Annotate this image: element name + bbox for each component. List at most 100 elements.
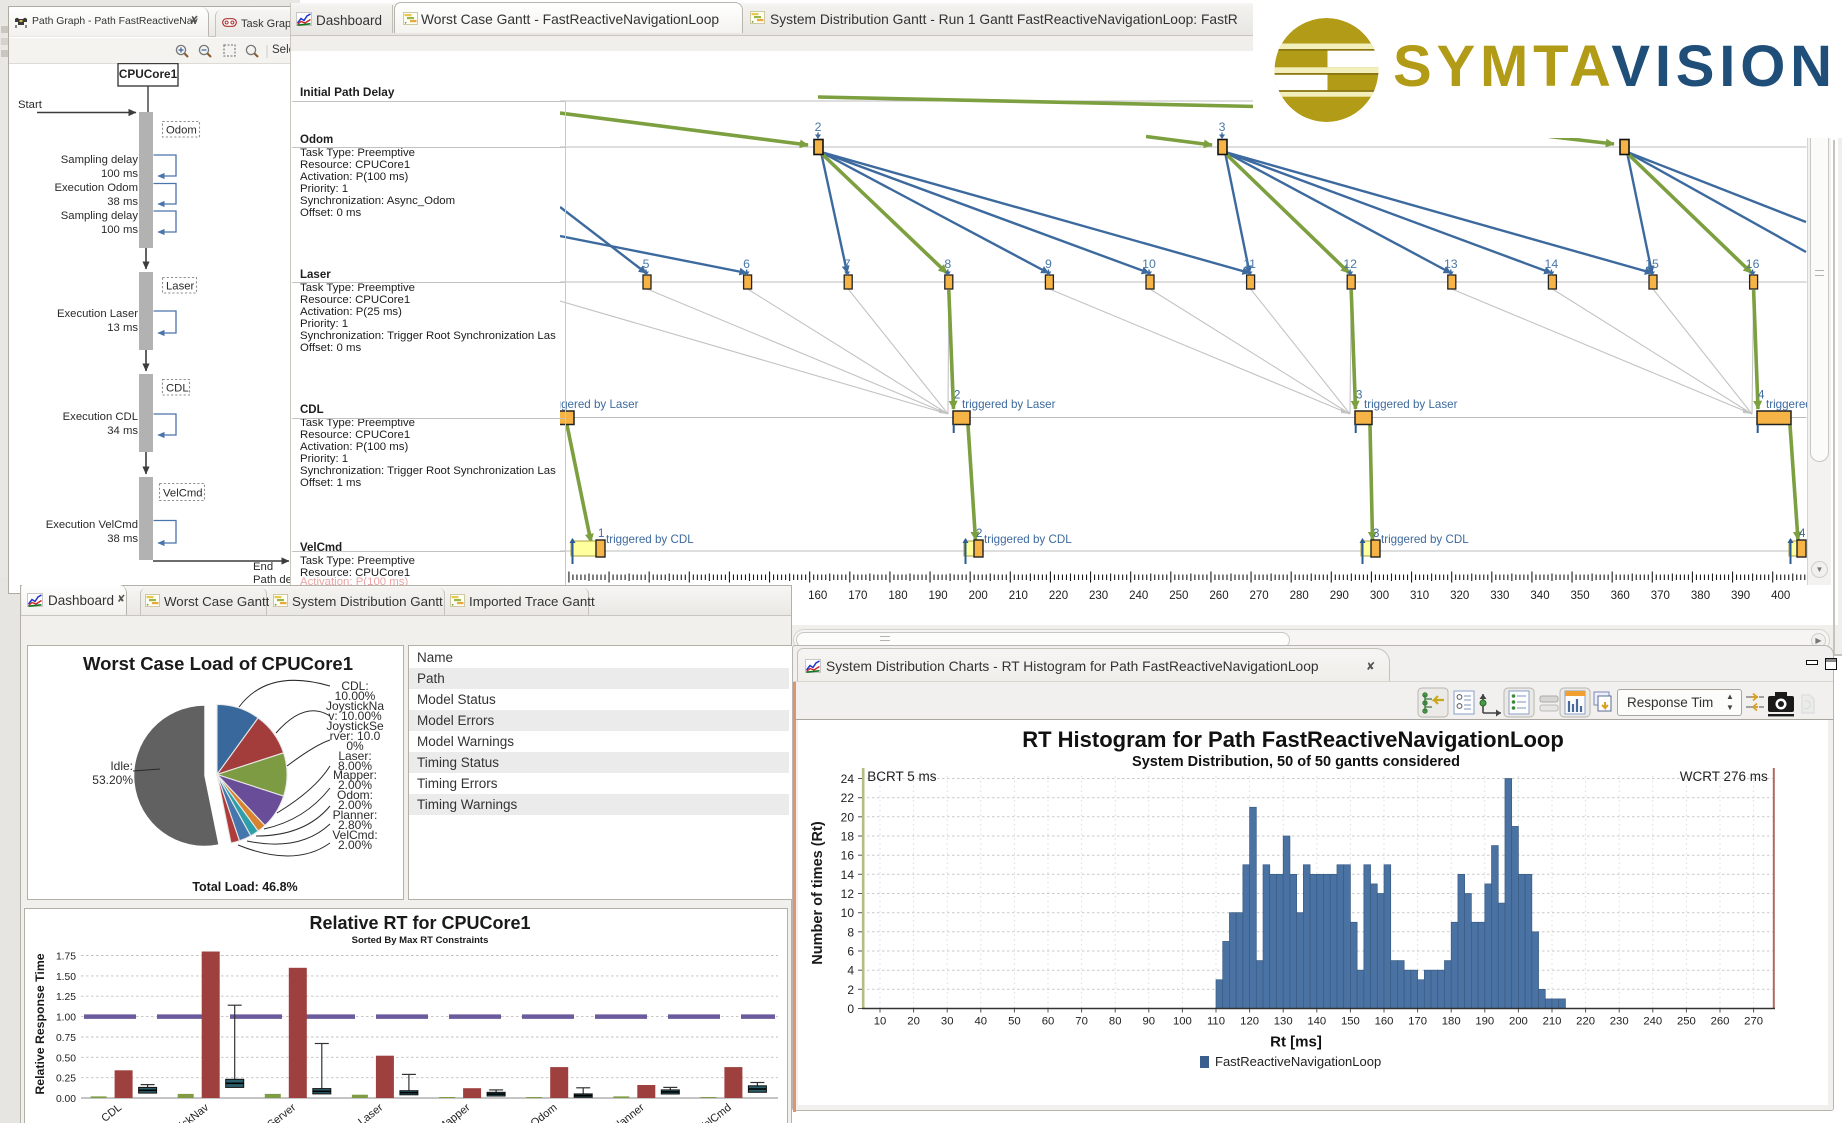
svg-text:Mapper: Mapper	[436, 1101, 473, 1123]
svg-text:0.75: 0.75	[56, 1033, 76, 1044]
svg-text:260: 260	[1711, 1016, 1730, 1028]
svg-text:Planner: Planner	[609, 1101, 647, 1123]
svg-text:20: 20	[907, 1016, 920, 1028]
svg-text:330: 330	[1490, 590, 1509, 602]
svg-text:Execution Laser: Execution Laser	[57, 308, 138, 320]
svg-text:Start: Start	[18, 99, 43, 111]
svg-text:12: 12	[1343, 257, 1357, 271]
svg-text:10: 10	[1142, 257, 1156, 271]
svg-text:210: 210	[1009, 590, 1028, 602]
svg-text:3: 3	[1373, 528, 1379, 540]
svg-text:CDL: CDL	[99, 1102, 124, 1123]
svg-text:CDL: CDL	[166, 383, 189, 395]
svg-text:2: 2	[847, 983, 854, 997]
svg-text:210: 210	[1543, 1016, 1562, 1028]
svg-text:340: 340	[1530, 590, 1549, 602]
svg-text:140: 140	[1307, 1016, 1326, 1028]
svg-text:50: 50	[1008, 1016, 1021, 1028]
svg-text:13 ms: 13 ms	[107, 322, 138, 334]
svg-text:18: 18	[841, 830, 855, 844]
svg-text:triggered by Laser: triggered by Laser	[560, 398, 639, 411]
svg-text:Sorted By Max RT Constraints: Sorted By Max RT Constraints	[352, 935, 489, 946]
svg-text:160: 160	[808, 590, 827, 602]
svg-text:VelCmd: VelCmd	[696, 1102, 734, 1123]
svg-text:6: 6	[743, 257, 750, 271]
svg-text:4: 4	[1758, 390, 1765, 402]
svg-text:30: 30	[941, 1016, 954, 1028]
svg-text:14: 14	[1545, 257, 1559, 271]
svg-text:triggered by Laser: triggered by Laser	[1364, 398, 1458, 411]
svg-text:10: 10	[874, 1016, 887, 1028]
svg-text:14: 14	[841, 868, 855, 882]
svg-text:Odom: Odom	[529, 1102, 560, 1123]
svg-text:JoystickServer: JoystickServer	[234, 1101, 298, 1123]
svg-text:Laser: Laser	[356, 1101, 385, 1123]
svg-text:Sampling delay: Sampling delay	[61, 154, 139, 166]
svg-text:End: End	[253, 561, 273, 573]
svg-text:34 ms: 34 ms	[107, 425, 138, 437]
svg-text:CPUCore1: CPUCore1	[119, 67, 178, 81]
svg-text:53.20%: 53.20%	[92, 773, 133, 787]
svg-text:SYMTAVISION: SYMTAVISION	[1393, 34, 1837, 99]
svg-text:120: 120	[1240, 1016, 1259, 1028]
svg-text:230: 230	[1610, 1016, 1629, 1028]
svg-text:FastReactiveNavigationLoop: FastReactiveNavigationLoop	[1215, 1054, 1381, 1069]
svg-text:Idle:: Idle:	[110, 759, 133, 773]
svg-text:270: 270	[1250, 590, 1269, 602]
svg-text:triggered by CDL: triggered by CDL	[984, 533, 1072, 546]
svg-text:230: 230	[1089, 590, 1108, 602]
svg-text:310: 310	[1410, 590, 1429, 602]
svg-text:250: 250	[1169, 590, 1188, 602]
svg-text:130: 130	[1274, 1016, 1293, 1028]
svg-text:38 ms: 38 ms	[107, 533, 138, 545]
svg-text:Relative Response Time: Relative Response Time	[33, 953, 47, 1094]
svg-text:190: 190	[929, 590, 948, 602]
svg-text:200: 200	[969, 590, 988, 602]
svg-text:16: 16	[1746, 257, 1760, 271]
svg-text:170: 170	[848, 590, 867, 602]
svg-text:20: 20	[841, 810, 855, 824]
svg-text:110: 110	[1207, 1016, 1225, 1028]
svg-text:80: 80	[1109, 1016, 1122, 1028]
svg-text:1.00: 1.00	[56, 1013, 76, 1024]
svg-text:triggered by CDL: triggered by CDL	[1381, 533, 1469, 546]
svg-text:70: 70	[1075, 1016, 1088, 1028]
svg-text:4: 4	[1799, 528, 1806, 540]
svg-text:triggered: triggered	[1766, 398, 1808, 411]
svg-text:WCRT 276 ms: WCRT 276 ms	[1680, 769, 1768, 784]
svg-text:100 ms: 100 ms	[101, 168, 138, 180]
svg-text:0: 0	[847, 1002, 854, 1016]
svg-text:15: 15	[1645, 257, 1659, 271]
svg-text:11: 11	[1243, 257, 1256, 271]
svg-text:300: 300	[1370, 590, 1389, 602]
svg-text:90: 90	[1143, 1016, 1156, 1028]
svg-text:100: 100	[1173, 1016, 1192, 1028]
svg-text:320: 320	[1450, 590, 1469, 602]
svg-text:260: 260	[1209, 590, 1228, 602]
svg-text:5: 5	[643, 257, 650, 271]
svg-text:16: 16	[841, 849, 855, 863]
svg-text:Laser: Laser	[166, 281, 194, 293]
svg-text:12: 12	[841, 887, 855, 901]
svg-text:System Distribution, 50 of 50: System Distribution, 50 of 50 gantts con…	[1132, 754, 1460, 770]
svg-text:60: 60	[1042, 1016, 1055, 1028]
svg-text:250: 250	[1677, 1016, 1696, 1028]
svg-text:RT Histogram for Path FastReac: RT Histogram for Path FastReactiveNaviga…	[1022, 727, 1564, 752]
svg-text:240: 240	[1129, 590, 1148, 602]
svg-text:3: 3	[1219, 120, 1226, 134]
svg-text:3: 3	[1356, 390, 1362, 402]
svg-text:220: 220	[1576, 1016, 1595, 1028]
svg-text:Rt [ms]: Rt [ms]	[1270, 1034, 1322, 1051]
svg-text:8: 8	[847, 925, 854, 939]
svg-text:Total Load: 46.8%: Total Load: 46.8%	[192, 880, 297, 894]
svg-text:1.25: 1.25	[56, 992, 76, 1003]
svg-text:10: 10	[841, 906, 855, 920]
svg-text:2: 2	[976, 528, 982, 540]
svg-text:9: 9	[1045, 257, 1052, 271]
svg-text:0.25: 0.25	[56, 1074, 76, 1085]
svg-text:22: 22	[841, 791, 855, 805]
svg-text:2: 2	[815, 120, 822, 134]
svg-text:280: 280	[1290, 590, 1309, 602]
svg-text:380: 380	[1691, 590, 1710, 602]
svg-text:220: 220	[1049, 590, 1068, 602]
